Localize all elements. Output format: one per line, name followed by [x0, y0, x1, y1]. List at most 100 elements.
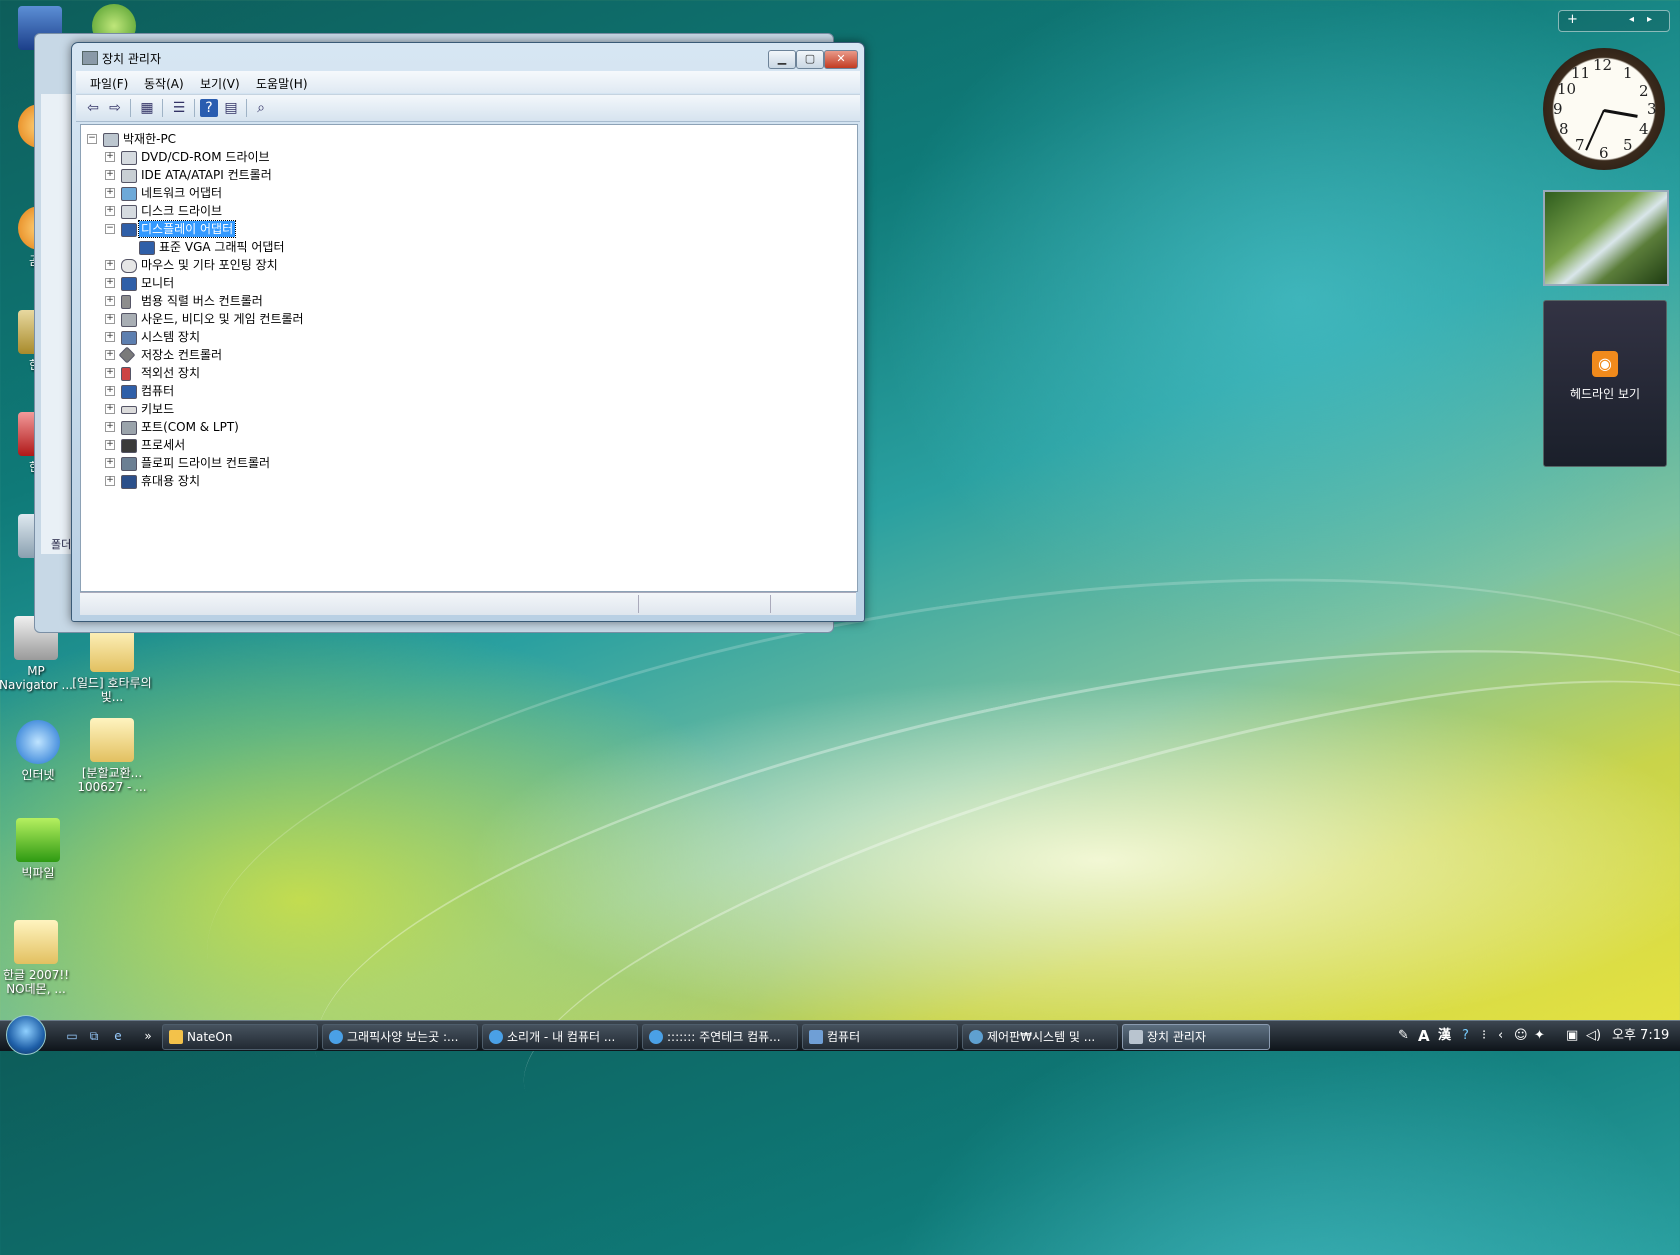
ime-options-icon[interactable]: ⁝: [1482, 1024, 1486, 1048]
device-tree[interactable]: − 박재한-PC + DVD/CD-ROM 드라이브 + IDE ATA/ATA…: [80, 124, 858, 592]
collapse-icon[interactable]: −: [87, 134, 97, 144]
display-adapter-icon: [121, 223, 137, 237]
tree-item-vga[interactable]: 표준 VGA 그래픽 어댑터: [123, 239, 523, 255]
show-hide-console-tree-icon[interactable]: ▦: [138, 99, 156, 117]
maximize-button[interactable]: ▢: [796, 50, 824, 69]
expand-icon[interactable]: +: [105, 422, 115, 432]
tree-item-usb[interactable]: + 범용 직렬 버스 컨트롤러: [105, 293, 505, 309]
expand-icon[interactable]: +: [105, 386, 115, 396]
slideshow-gadget[interactable]: [1543, 190, 1669, 286]
help-icon[interactable]: ?: [1462, 1024, 1469, 1048]
expand-icon[interactable]: +: [105, 314, 115, 324]
desktop-icon-folder-hangul2007[interactable]: 한글 2007!! NO데몬, ...: [0, 920, 76, 996]
expand-icon[interactable]: +: [105, 332, 115, 342]
task-graphics-spec[interactable]: 그래픽사양 보는곳 :...: [322, 1024, 478, 1050]
task-device-manager[interactable]: 장치 관리자: [1122, 1024, 1270, 1050]
tree-item-label: 프로세서: [141, 438, 186, 452]
show-action-pane-icon[interactable]: ▤: [222, 99, 240, 117]
tree-item-disk[interactable]: + 디스크 드라이브: [105, 203, 505, 219]
desktop-icon-internet[interactable]: 인터넷: [0, 720, 78, 782]
volume-icon[interactable]: ◁): [1586, 1024, 1601, 1048]
tree-item-sound[interactable]: + 사운드, 비디오 및 게임 컨트롤러: [105, 311, 505, 327]
tree-item-label: 디스크 드라이브: [141, 204, 223, 218]
tree-item-label: 사운드, 비디오 및 게임 컨트롤러: [141, 312, 304, 326]
forward-arrow-icon[interactable]: ⇨: [106, 99, 124, 117]
quicklaunch-more-icon[interactable]: »: [140, 1029, 156, 1043]
tray-clock[interactable]: 오후 7:19: [1612, 1024, 1669, 1048]
desktop-icon-label: [분할교환... 100627 - ...: [77, 766, 147, 794]
feed-label[interactable]: 헤드라인 보기: [1544, 385, 1666, 402]
feed-headlines-gadget[interactable]: ◉ 헤드라인 보기: [1543, 300, 1667, 467]
minimize-button[interactable]: ▁: [768, 50, 796, 69]
expand-icon[interactable]: +: [105, 170, 115, 180]
task-sorigae[interactable]: 소리개 - 내 컴퓨터 ...: [482, 1024, 638, 1050]
tree-item-infrared[interactable]: + 적외선 장치: [105, 365, 505, 381]
internet-explorer-icon[interactable]: e: [110, 1029, 126, 1043]
messenger-tray-icon[interactable]: ☺: [1514, 1024, 1528, 1048]
expand-icon[interactable]: +: [105, 476, 115, 486]
collapse-icon[interactable]: −: [105, 224, 115, 234]
tree-item-label: 시스템 장치: [141, 330, 201, 344]
close-button[interactable]: ✕: [824, 50, 858, 69]
clock-gadget[interactable]: 12 1 2 3 4 5 6 7 8 9 10 11: [1543, 48, 1665, 170]
title-bar[interactable]: 장치 관리자 ▁ ▢ ✕: [72, 43, 864, 71]
properties-icon[interactable]: ☰: [170, 99, 188, 117]
tree-item-dvd[interactable]: + DVD/CD-ROM 드라이브: [105, 149, 505, 165]
help-icon[interactable]: ?: [200, 99, 218, 117]
task-computer[interactable]: 컴퓨터: [802, 1024, 958, 1050]
expand-icon[interactable]: +: [105, 206, 115, 216]
task-nateon[interactable]: NateOn: [162, 1024, 318, 1050]
desktop-icon-folder-hotaru[interactable]: [일드] 호타루의빛...: [72, 628, 152, 704]
desktop-icon-folder-split[interactable]: [분할교환... 100627 - ...: [72, 718, 152, 794]
expand-icon[interactable]: +: [105, 404, 115, 414]
add-gadget-icon[interactable]: +: [1567, 11, 1578, 29]
desktop-icon-bigfile[interactable]: 빅파일: [0, 818, 78, 880]
menu-help[interactable]: 도움말(H): [256, 75, 308, 92]
next-icon[interactable]: ▸: [1647, 11, 1652, 29]
expand-icon[interactable]: +: [105, 368, 115, 378]
expand-icon[interactable]: +: [105, 296, 115, 306]
expand-icon[interactable]: +: [105, 278, 115, 288]
menu-file[interactable]: 파일(F): [90, 75, 128, 92]
show-hidden-icons-chevron[interactable]: ‹: [1498, 1024, 1503, 1048]
task-control-panel[interactable]: 제어판₩시스템 및 ...: [962, 1024, 1118, 1050]
tree-item-processor[interactable]: + 프로세서: [105, 437, 505, 453]
expand-icon[interactable]: +: [105, 152, 115, 162]
ime-mode-indicator[interactable]: A: [1418, 1024, 1430, 1048]
expand-icon[interactable]: +: [105, 350, 115, 360]
tree-item-monitor[interactable]: + 모니터: [105, 275, 505, 291]
tree-root[interactable]: − 박재한-PC: [87, 131, 287, 147]
tree-item-network[interactable]: + 네트워크 어댑터: [105, 185, 505, 201]
start-button[interactable]: [6, 1015, 46, 1055]
network-icon[interactable]: ▣: [1566, 1024, 1578, 1048]
expand-icon[interactable]: +: [105, 458, 115, 468]
back-arrow-icon[interactable]: ⇦: [84, 99, 102, 117]
expand-icon[interactable]: +: [105, 440, 115, 450]
ime-hanja-indicator[interactable]: 漢: [1438, 1024, 1451, 1048]
system-device-icon: [121, 331, 137, 345]
tray-app-icon[interactable]: ✦: [1534, 1024, 1545, 1048]
tree-item-floppy[interactable]: + 플로피 드라이브 컨트롤러: [105, 455, 505, 471]
previous-icon[interactable]: ◂: [1629, 11, 1634, 29]
tree-item-ports[interactable]: + 포트(COM & LPT): [105, 419, 505, 435]
tree-item-storage[interactable]: + 저장소 컨트롤러: [105, 346, 505, 364]
show-desktop-icon[interactable]: ▭: [64, 1029, 80, 1043]
menu-action[interactable]: 동작(A): [144, 75, 184, 92]
tree-item-system[interactable]: + 시스템 장치: [105, 329, 505, 345]
tree-item-ide[interactable]: + IDE ATA/ATAPI 컨트롤러: [105, 167, 505, 183]
tree-item-display[interactable]: − 디스플레이 어댑터: [105, 220, 505, 238]
language-bar-icon[interactable]: ✎: [1398, 1024, 1409, 1048]
tree-item-portable[interactable]: + 휴대용 장치: [105, 473, 505, 489]
expand-icon[interactable]: +: [105, 260, 115, 270]
tree-item-mouse[interactable]: + 마우스 및 기타 포인팅 장치: [105, 257, 505, 273]
scan-hardware-icon[interactable]: ⌕: [252, 99, 270, 117]
task-juyeontech[interactable]: ::::::: 주연테크 컴퓨...: [642, 1024, 798, 1050]
clock-number: 7: [1575, 136, 1585, 154]
device-manager-icon: [82, 51, 98, 65]
menu-view[interactable]: 보기(V): [200, 75, 240, 92]
tree-item-computer[interactable]: + 컴퓨터: [105, 383, 505, 399]
device-manager-window[interactable]: 장치 관리자 ▁ ▢ ✕ 파일(F) 동작(A) 보기(V) 도움말(H) ⇦ …: [71, 42, 865, 622]
tree-item-keyboard[interactable]: + 키보드: [105, 401, 505, 417]
expand-icon[interactable]: +: [105, 188, 115, 198]
switch-windows-icon[interactable]: ⧉: [86, 1029, 102, 1043]
